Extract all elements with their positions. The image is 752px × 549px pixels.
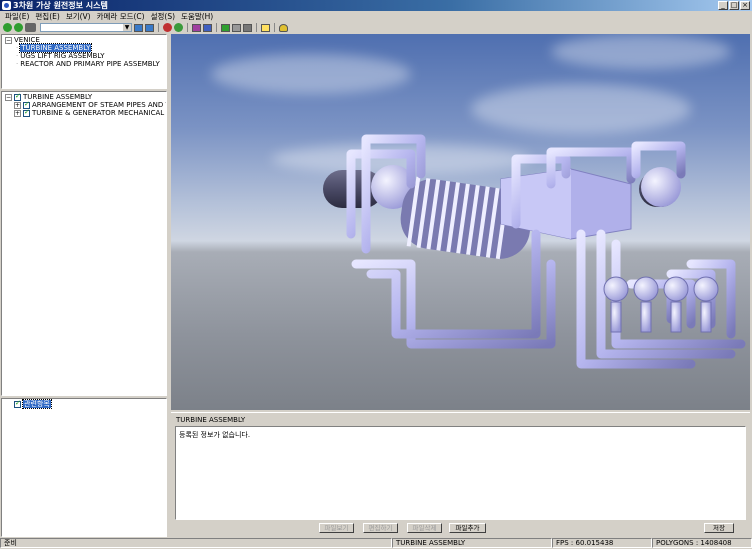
- expand-icon[interactable]: +: [14, 101, 21, 109]
- component-tree-panel: − TURBINE ASSEMBLY + ARRANGEMENT OF STEA…: [1, 91, 167, 396]
- window-title: 3차원 가상 원전정보 시스템: [13, 1, 108, 10]
- collapse-icon[interactable]: −: [5, 93, 12, 101]
- palette-icon[interactable]: [192, 23, 201, 32]
- delete-file-button[interactable]: 파일삭제: [407, 523, 442, 533]
- turbine-model: [323, 134, 746, 369]
- grid-icon[interactable]: [203, 23, 212, 32]
- play-icon[interactable]: [221, 23, 230, 32]
- tree-item-reactor-primary-pipe[interactable]: REACTOR AND PRIMARY PIPE ASSEMBLY: [20, 60, 160, 68]
- status-bar: 준비 TURBINE ASSEMBLY FPS : 60.015438 POLY…: [0, 538, 752, 549]
- zoom-out-icon[interactable]: [14, 23, 23, 32]
- camera-icon[interactable]: [174, 23, 183, 32]
- menu-view[interactable]: 보기(V): [63, 11, 94, 22]
- related-items-label[interactable]: 관련항목: [22, 399, 52, 409]
- checkbox[interactable]: [14, 399, 21, 408]
- stop-icon[interactable]: [232, 23, 241, 32]
- edit-file-button[interactable]: 편집하기: [363, 523, 398, 533]
- menu-edit[interactable]: 편집(E): [32, 11, 62, 22]
- menu-bar: 파일(E) 편집(E) 보기(V) 카메라 모드(C) 설정(S) 도움말(H): [0, 11, 752, 22]
- notes-icon[interactable]: [261, 23, 270, 32]
- tree-root-turbine[interactable]: TURBINE ASSEMBLY: [23, 93, 92, 101]
- info-title: TURBINE ASSEMBLY: [176, 416, 246, 424]
- title-bar: 3차원 가상 원전정보 시스템 _ □ ×: [0, 0, 752, 11]
- status-fps: FPS : 60.015438: [552, 538, 652, 548]
- tree-root-venice[interactable]: VENICE: [14, 36, 40, 44]
- checkbox[interactable]: [23, 108, 30, 117]
- info-textarea[interactable]: 등록된 정보가 없습니다.: [175, 426, 746, 520]
- add-file-button[interactable]: 파일추가: [449, 523, 486, 533]
- expand-icon[interactable]: +: [14, 109, 21, 117]
- record-icon[interactable]: [163, 23, 172, 32]
- binoculars-icon[interactable]: [25, 23, 36, 32]
- menu-file[interactable]: 파일(E): [2, 11, 32, 22]
- collapse-icon[interactable]: −: [5, 36, 12, 44]
- checkbox[interactable]: [14, 92, 21, 101]
- close-button[interactable]: ×: [740, 1, 750, 10]
- save-button[interactable]: 저장: [704, 523, 734, 533]
- tree-item-turbine-assembly[interactable]: TURBINE ASSEMBLY: [19, 43, 93, 53]
- maximize-button[interactable]: □: [729, 1, 739, 10]
- tree-item-steam-pipes[interactable]: ARRANGEMENT OF STEAM PIPES AND VALVES: [32, 101, 166, 109]
- nav-forward-icon[interactable]: [145, 23, 154, 32]
- print-icon[interactable]: [243, 23, 252, 32]
- status-ready: 준비: [0, 538, 392, 548]
- 3d-viewport[interactable]: [171, 34, 750, 410]
- view-file-button[interactable]: 파일보기: [319, 523, 354, 533]
- tree-item-ugs-lift-rig[interactable]: UGS LIFT RIG ASSEMBLY: [20, 52, 104, 60]
- menu-settings[interactable]: 설정(S): [148, 11, 178, 22]
- nav-back-icon[interactable]: [134, 23, 143, 32]
- search-combo[interactable]: ▼: [40, 23, 132, 32]
- app-icon: [2, 1, 11, 10]
- tree-item-turbine-generator[interactable]: TURBINE & GENERATOR MECHANICAL OUTLINE: [32, 109, 166, 117]
- toolbar: ▼: [0, 22, 752, 33]
- related-items-panel: 관련항목: [1, 398, 167, 537]
- status-selected: TURBINE ASSEMBLY: [392, 538, 552, 548]
- minimize-button[interactable]: _: [718, 1, 728, 10]
- menu-help[interactable]: 도움말(H): [178, 11, 216, 22]
- status-polygons: POLYGONS : 1408408: [652, 538, 752, 548]
- help-bulb-icon[interactable]: [279, 23, 288, 32]
- chevron-down-icon[interactable]: ▼: [123, 24, 131, 31]
- zoom-in-icon[interactable]: [3, 23, 12, 32]
- menu-camera-mode[interactable]: 카메라 모드(C): [94, 11, 148, 22]
- info-panel: TURBINE ASSEMBLY 등록된 정보가 없습니다. 파일보기 편집하기…: [171, 412, 750, 536]
- info-text: 등록된 정보가 없습니다.: [179, 431, 251, 439]
- project-tree-panel: − VENICE · TURBINE ASSEMBLY · UGS LIFT R…: [1, 34, 167, 89]
